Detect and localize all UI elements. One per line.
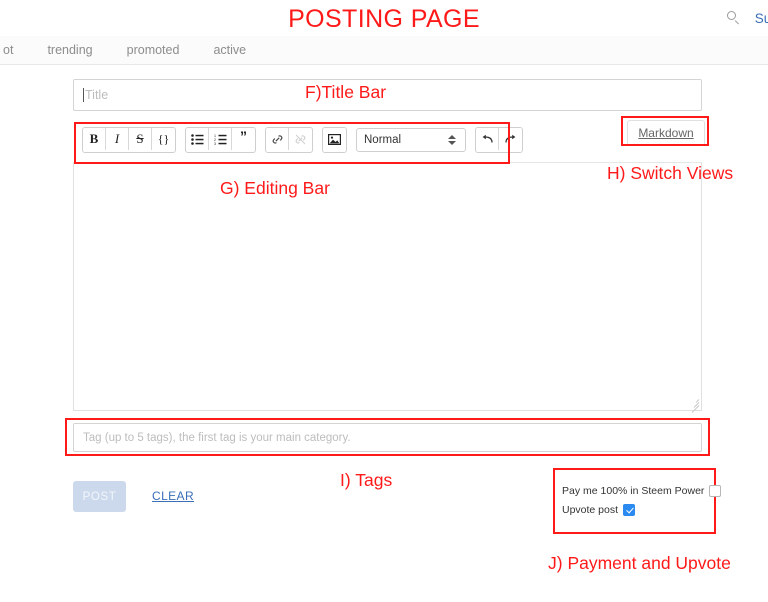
nav-tab-promoted[interactable]: promoted [110,43,197,57]
list-group: 1 2 3 ” [185,127,256,153]
annotation-i-tags: I) Tags [340,470,393,490]
tags-placeholder: Tag (up to 5 tags), the first tag is you… [83,431,351,444]
title-placeholder: Title [85,88,109,102]
svg-text:3: 3 [214,142,216,145]
stepper-arrows-icon [448,135,456,145]
annotation-f-title-bar: F)Title Bar [305,82,387,102]
post-button[interactable]: POST [73,481,126,512]
image-group [322,127,347,153]
payment-options-panel: Pay me 100% in Steem Power Upvote post [562,481,722,519]
format-select[interactable]: Normal [356,128,466,152]
annotation-j-payment-upvote: J) Payment and Upvote [548,553,731,573]
blockquote-button[interactable]: ” [232,128,255,150]
tags-input[interactable]: Tag (up to 5 tags), the first tag is you… [73,423,702,452]
editor-toolbar: B I S {} 1 2 3 ” Normal [82,127,523,153]
history-group [475,127,523,153]
bullet-list-icon[interactable] [186,128,209,150]
format-select-value: Normal [364,134,402,146]
image-icon[interactable] [323,128,346,150]
undo-icon[interactable] [476,128,499,150]
switch-view-tab[interactable]: Markdown [627,120,705,145]
pay-steem-power-checkbox[interactable] [709,484,722,497]
annotation-h-switch-views: H) Switch Views [607,163,734,183]
strikethrough-button[interactable]: S [129,128,152,150]
ordered-list-icon[interactable]: 1 2 3 [209,128,232,150]
upvote-post-label: Upvote post [562,503,619,516]
unlink-icon[interactable] [289,128,312,150]
redo-icon[interactable] [499,128,522,150]
italic-button[interactable]: I [106,128,129,150]
code-button[interactable]: {} [152,128,175,150]
link-group [265,127,313,153]
pay-steem-power-label: Pay me 100% in Steem Power [562,484,705,497]
nav-tabs-bar: ot trending promoted active [0,36,768,65]
upvote-post-row[interactable]: Upvote post [562,500,710,519]
annotation-g-editing-bar: G) Editing Bar [220,178,330,198]
annotation-page-title: POSTING PAGE [288,5,480,33]
clear-link[interactable]: CLEAR [152,489,194,503]
markdown-link[interactable]: Markdown [638,126,693,140]
editor-content-area[interactable] [73,163,702,413]
upvote-post-checkbox[interactable] [623,503,636,516]
nav-tab-hot[interactable]: ot [0,43,30,57]
editor-toolbar-bar: B I S {} 1 2 3 ” Normal [73,123,702,163]
nav-tab-active[interactable]: active [196,43,263,57]
pay-steem-power-row[interactable]: Pay me 100% in Steem Power [562,481,722,500]
text-style-group: B I S {} [82,127,176,153]
resize-handle-icon[interactable] [689,398,700,413]
link-icon[interactable] [266,128,289,150]
nav-tab-list: ot trending promoted active [0,36,263,64]
nav-tab-trending[interactable]: trending [30,43,109,57]
bold-button[interactable]: B [83,128,106,150]
title-input[interactable]: Title [73,79,702,111]
text-cursor [83,88,84,102]
